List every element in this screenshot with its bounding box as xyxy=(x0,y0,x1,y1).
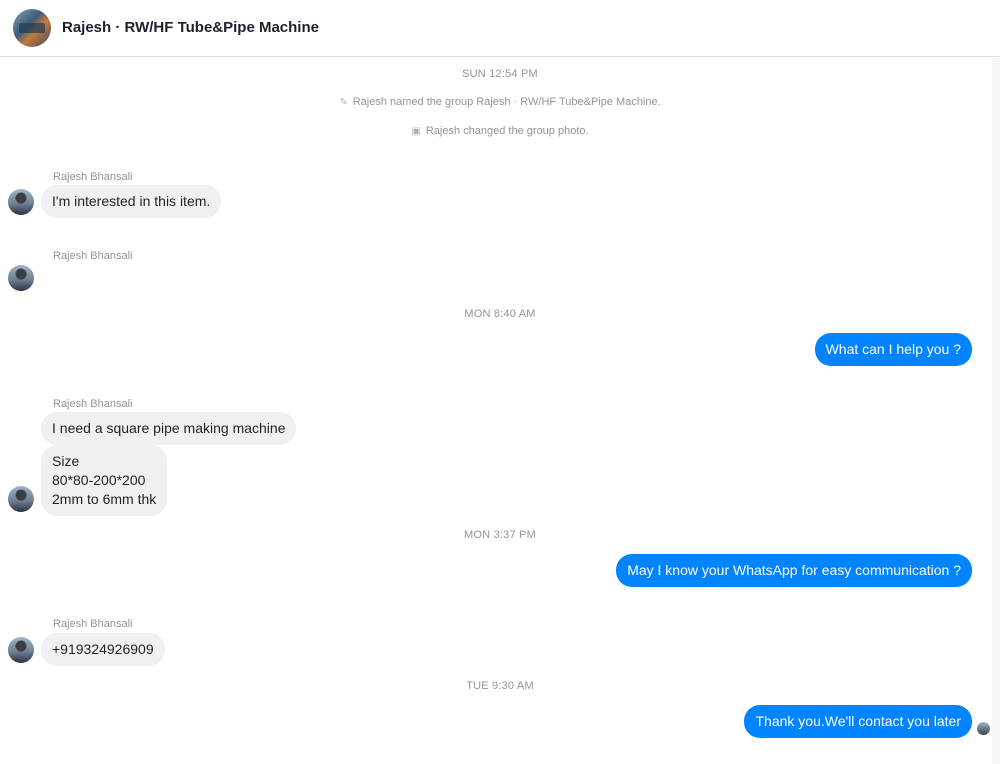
sender-name: Rajesh Bhansali xyxy=(53,398,133,410)
pencil-icon: ✎ xyxy=(339,97,348,108)
conversation-title[interactable]: Rajesh · RW/HF Tube&Pipe Machine xyxy=(62,19,319,36)
message-line: 2mm to 6mm thk xyxy=(52,491,157,507)
incoming-message-multiline[interactable]: Size 80*80-200*200 2mm to 6mm thk xyxy=(41,445,168,516)
system-message-rename: ✎ Rajesh named the group Rajesh · RW/HF T… xyxy=(0,96,1000,108)
outgoing-message[interactable]: What can I help you ? xyxy=(814,333,972,366)
sender-avatar[interactable] xyxy=(8,189,34,215)
sender-name: Rajesh Bhansali xyxy=(53,171,133,183)
system-message-text: Rajesh named the group Rajesh · RW/HF Tu… xyxy=(352,96,661,108)
timestamp-divider: MON 8:40 AM xyxy=(464,308,536,320)
timestamp-divider: MON 3:37 PM xyxy=(464,529,536,541)
outgoing-message[interactable]: Thank you.We'll contact you later xyxy=(744,705,972,738)
sender-name: Rajesh Bhansali xyxy=(53,618,133,630)
incoming-message[interactable]: I'm interested in this item. xyxy=(41,185,222,218)
group-photo-avatar[interactable] xyxy=(13,9,51,47)
conversation-header: Rajesh · RW/HF Tube&Pipe Machine xyxy=(0,0,1000,57)
outgoing-message[interactable]: May I know your WhatsApp for easy commun… xyxy=(616,554,972,587)
system-message-text: Rajesh changed the group photo. xyxy=(425,125,589,137)
seen-indicator-avatar xyxy=(977,722,990,735)
sender-avatar[interactable] xyxy=(8,265,34,291)
incoming-message[interactable]: +919324926909 xyxy=(41,633,165,666)
message-line: Size xyxy=(52,453,80,469)
photo-icon: ▣ xyxy=(411,126,421,137)
timestamp-divider: SUN 12:54 PM xyxy=(462,68,538,80)
message-line: 80*80-200*200 xyxy=(52,472,146,488)
sender-name: Rajesh Bhansali xyxy=(53,250,133,262)
incoming-message[interactable]: I need a square pipe making machine xyxy=(41,412,297,445)
sender-avatar[interactable] xyxy=(8,637,34,663)
sender-avatar[interactable] xyxy=(8,486,34,512)
timestamp-divider: TUE 9:30 AM xyxy=(466,680,534,692)
scrollbar[interactable] xyxy=(992,58,1000,764)
system-message-photo: ▣ Rajesh changed the group photo. xyxy=(0,125,1000,137)
